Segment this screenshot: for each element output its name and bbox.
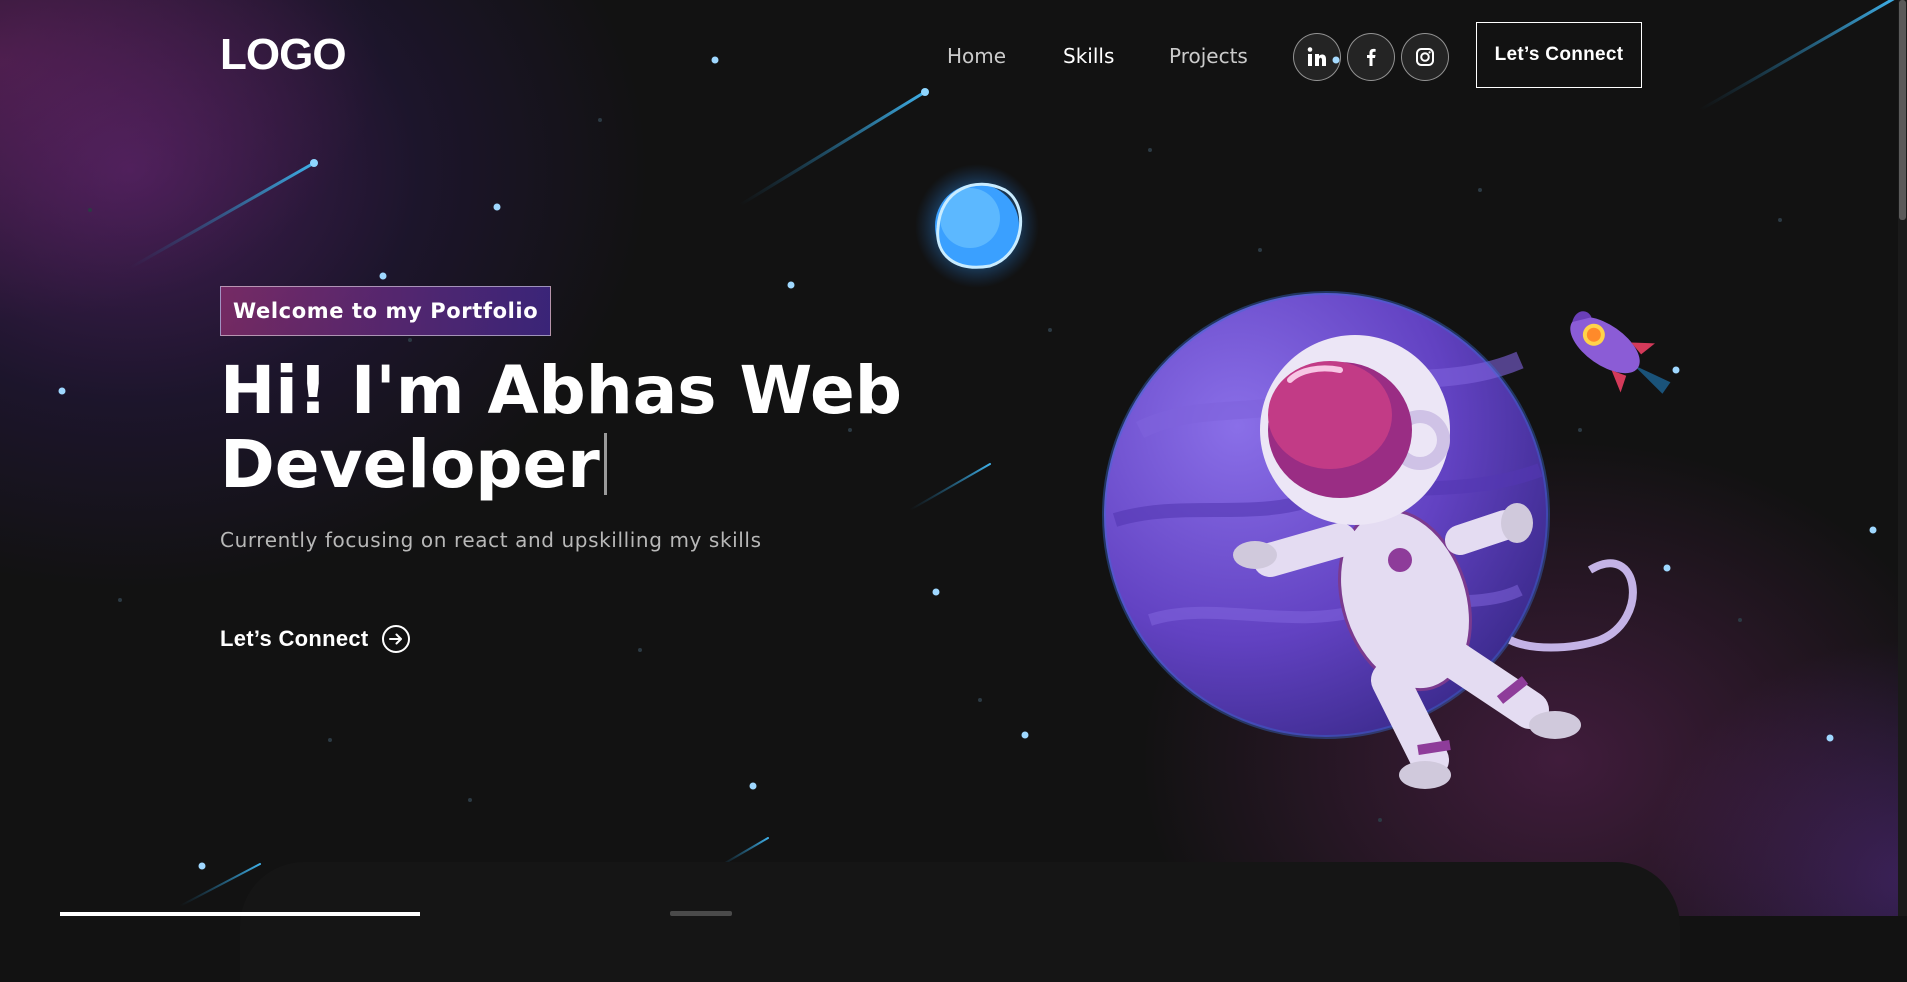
typing-cursor [603, 433, 607, 495]
facebook-icon [1367, 48, 1376, 66]
hero-headline: Hi! I'm Abhas Web Developer [220, 354, 920, 502]
rocket-illustration [1570, 311, 1671, 394]
scrollbar-thumb[interactable] [1899, 0, 1906, 220]
site-logo[interactable]: LOGO [220, 30, 347, 80]
blue-orb [915, 164, 1039, 288]
linkedin-link[interactable] [1293, 33, 1341, 81]
hero-connect-label: Let’s Connect [220, 626, 369, 651]
facebook-link[interactable] [1347, 33, 1395, 81]
nav-link-skills[interactable]: Skills [1063, 44, 1114, 68]
section-underline [60, 912, 420, 916]
nav-connect-button[interactable]: Let’s Connect [1476, 22, 1642, 88]
next-section-panel [240, 862, 1680, 982]
nav-link-home[interactable]: Home [947, 44, 1006, 68]
headline-line-1: Hi! I'm Abhas Web [220, 352, 903, 429]
instagram-icon [1416, 48, 1434, 66]
welcome-tagline: Welcome to my Portfolio [220, 286, 552, 336]
arrow-right-circle-icon [381, 625, 410, 653]
instagram-link[interactable] [1401, 33, 1449, 81]
hero-connect-button[interactable]: Let’s Connect [220, 624, 411, 654]
nav-link-projects[interactable]: Projects [1169, 44, 1248, 68]
section-tab-indicator [670, 911, 732, 916]
linkedin-icon [1307, 47, 1326, 66]
hero-subtitle: Currently focusing on react and upskilli… [220, 528, 762, 552]
headline-line-2: Developer [220, 426, 600, 503]
